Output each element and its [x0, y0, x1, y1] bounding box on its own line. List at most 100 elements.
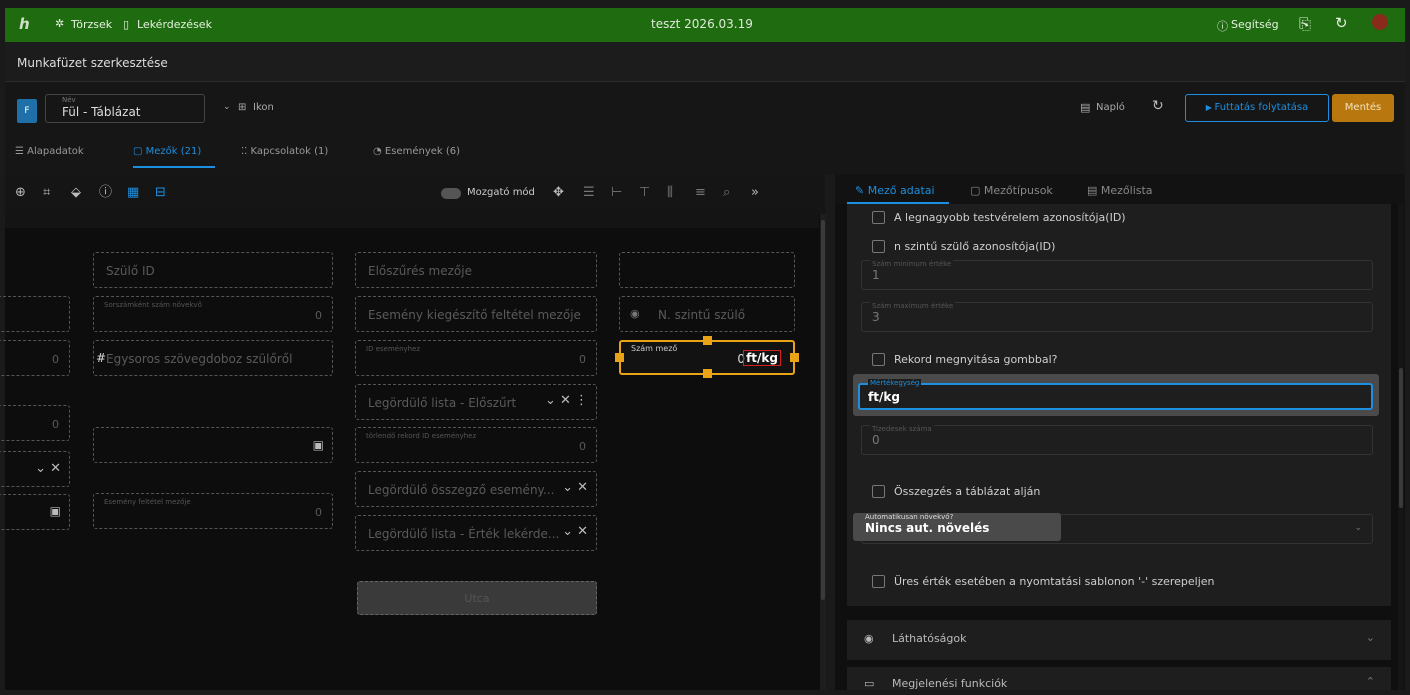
- field-col3-empty[interactable]: [619, 252, 795, 288]
- dropdown-controls[interactable]: ⌄ ✕: [562, 524, 588, 539]
- tab-esemenyek[interactable]: ◔ Események (6): [373, 146, 460, 157]
- resize-handle-left[interactable]: [615, 353, 624, 362]
- table-icon[interactable]: ▦: [127, 186, 139, 199]
- field-szam-mezo[interactable]: Szám mező 0 ft/kg: [615, 336, 799, 378]
- dropdown-controls[interactable]: ⌄ ✕: [562, 480, 588, 495]
- utca-button[interactable]: Utca: [357, 581, 597, 615]
- align-top-icon[interactable]: ⊤: [639, 186, 650, 199]
- field-label: Szám maximum értéke: [870, 302, 956, 310]
- checkbox-rekord-gomb[interactable]: [872, 353, 885, 366]
- add-icon[interactable]: ⊕: [15, 186, 26, 199]
- checkbox-testver-id[interactable]: [872, 211, 885, 224]
- field-eloszures[interactable]: Előszűrés mezője: [355, 252, 597, 288]
- field-esemeny-feltetel[interactable]: Esemény feltétel mezője 0: [93, 493, 333, 529]
- crop-icon[interactable]: ⌗: [43, 186, 50, 199]
- field-legordulo-ertek[interactable]: Legördülő lista - Érték lekérde... ⌄ ✕: [355, 515, 597, 551]
- align-left-icon[interactable]: ⊢: [611, 186, 622, 199]
- tab-alapadatok[interactable]: ☰ Alapadatok: [15, 146, 84, 157]
- refresh-icon[interactable]: ↻: [1335, 14, 1348, 32]
- field-esemeny-kieg[interactable]: Esemény kiegészítő feltétel mezője: [355, 296, 597, 332]
- canvas-toolbar: ⊕ ⌗ ⬙ ⓘ ▦ ⊟ Mozgató mód ✥ ☰ ⊢ ⊤ ⫼ ≡ ⌕ »: [5, 174, 825, 214]
- szam-minimum-field[interactable]: Szám minimum értéke 1: [861, 260, 1373, 290]
- field-id-esemeny[interactable]: ID eseményhez 0: [355, 340, 597, 376]
- collapse-icon[interactable]: »: [751, 186, 759, 199]
- nav-torzsek[interactable]: Törzsek: [71, 18, 112, 31]
- tab-kapcsolatok[interactable]: ⁚⁚ Kapcsolatok (1): [241, 146, 328, 157]
- tab-label: Események (6): [384, 146, 461, 157]
- field-szulo-id[interactable]: Szülő ID: [93, 252, 333, 288]
- resize-handle-top[interactable]: [703, 336, 712, 345]
- field-label: Tizedesek száma: [870, 425, 934, 433]
- name-label: Név: [62, 96, 76, 104]
- field-properties-card: A legnagyobb testvérelem azonosítója(ID)…: [847, 204, 1391, 606]
- accordion-label: Láthatóságok: [892, 632, 967, 645]
- field-col0-d[interactable]: ⌄ ✕: [0, 451, 70, 487]
- mozgato-toggle[interactable]: [441, 188, 461, 199]
- distribute-icon[interactable]: ≡: [695, 186, 706, 199]
- clipboard-icon[interactable]: ⎘: [1299, 15, 1311, 33]
- field-placeholder: Előszűrés mezője: [368, 264, 472, 278]
- panel-scroll-thumb[interactable]: [1399, 368, 1403, 508]
- canvas-scroll-thumb[interactable]: [821, 220, 825, 600]
- futtatas-button[interactable]: ▶ Futtatás folytatása: [1185, 94, 1329, 122]
- tab-mezok[interactable]: ▢ Mezők (21): [133, 146, 201, 157]
- field-col0-c[interactable]: 0: [0, 405, 70, 441]
- field-sorszam[interactable]: Sorszámként szám növekvő 0: [93, 296, 333, 332]
- calendar-icon[interactable]: ▣: [50, 504, 61, 518]
- mozgato-label: Mozgató mód: [467, 187, 535, 198]
- chevron-down-icon: ⌄: [1354, 523, 1362, 533]
- tag-icon[interactable]: ⬙: [71, 186, 81, 199]
- szam-maximum-field[interactable]: Szám maximum értéke 3: [861, 302, 1373, 332]
- futtatas-label: Futtatás folytatása: [1214, 102, 1309, 113]
- help-link[interactable]: Segítség: [1231, 18, 1279, 31]
- tab-mezolista[interactable]: ▤ Mezőlista: [1087, 184, 1153, 197]
- name-field[interactable]: Név Fül - Táblázat: [45, 94, 205, 123]
- refresh-icon[interactable]: ↻: [1152, 98, 1164, 114]
- accordion-lathatosagok[interactable]: ◉ Láthatóságok ⌄: [847, 620, 1391, 660]
- field-col0-a[interactable]: [0, 296, 70, 332]
- zoom-icon[interactable]: ⌕: [723, 186, 730, 199]
- field-label: Szám mező: [631, 344, 678, 353]
- panel-scrollbar[interactable]: [1398, 204, 1404, 690]
- mentes-button[interactable]: Mentés: [1332, 94, 1394, 122]
- resize-handle-bottom[interactable]: [703, 369, 712, 378]
- field-torlendo[interactable]: törlendő rekord ID eseményhez 0: [355, 427, 597, 463]
- dropdown-clear[interactable]: ⌄ ✕: [35, 461, 61, 476]
- align-center-icon[interactable]: ⫼: [667, 186, 673, 199]
- eye-icon: ◉: [864, 632, 874, 645]
- field-label: Mértékegység: [868, 379, 922, 387]
- export-icon[interactable]: ⊟: [155, 186, 166, 199]
- checkbox-szulo-id[interactable]: [872, 240, 885, 253]
- field-legordulo-osszegzo[interactable]: Legördülő összegző esemény... ⌄ ✕: [355, 471, 597, 507]
- tizedesek-field[interactable]: Tizedesek száma 0: [861, 425, 1373, 455]
- chevron-down-icon[interactable]: ⌄: [223, 102, 231, 112]
- field-n-szintu[interactable]: ◉ N. szintű szülő: [619, 296, 795, 332]
- dropdown-controls[interactable]: ⌄ ✕ ⋮: [545, 393, 588, 408]
- field-label: Esemény feltétel mezője: [104, 498, 191, 506]
- field-col0-e[interactable]: ▣: [0, 494, 70, 530]
- calendar-icon[interactable]: ▣: [313, 438, 324, 452]
- field-date[interactable]: ▣: [93, 427, 333, 463]
- field-col0-b[interactable]: 0: [0, 340, 70, 376]
- canvas-scrollbar[interactable]: [820, 214, 826, 690]
- nav-lekerdezesek[interactable]: Lekérdezések: [137, 18, 212, 31]
- field-egysoros[interactable]: # Egysoros szövegdoboz szülőről: [93, 340, 333, 376]
- checkbox-ures-ertek[interactable]: [872, 575, 885, 588]
- naplo-button[interactable]: Napló: [1096, 102, 1125, 113]
- align-justify-icon[interactable]: ☰: [583, 186, 595, 199]
- checkbox-osszegzes[interactable]: [872, 485, 885, 498]
- info-icon[interactable]: ⓘ: [99, 186, 112, 199]
- icon-label[interactable]: Ikon: [253, 102, 274, 113]
- tab-underline: [133, 166, 215, 168]
- accordion-label: Megjelenési funkciók: [892, 677, 1008, 690]
- mertekegyseg-field[interactable]: Mértékegység ft/kg: [858, 379, 1373, 410]
- tab-mezotipusok[interactable]: ▢ Mezőtípusok: [970, 184, 1053, 197]
- tab-mezo-adatai[interactable]: ✎ Mező adatai: [855, 184, 935, 197]
- field-legordulo-elo[interactable]: Legördülő lista - Előszűrt ⌄ ✕ ⋮: [355, 384, 597, 420]
- accordion-megjelenesi[interactable]: ▭ Megjelenési funkciók ⌃: [847, 667, 1391, 690]
- auto-novekvo-overlay[interactable]: Automatikusan növekvő? Nincs aut. növelé…: [853, 513, 1061, 541]
- move-icon[interactable]: ✥: [553, 186, 564, 199]
- avatar[interactable]: [1372, 14, 1388, 30]
- app-logo[interactable]: h: [19, 15, 30, 33]
- resize-handle-right[interactable]: [790, 353, 799, 362]
